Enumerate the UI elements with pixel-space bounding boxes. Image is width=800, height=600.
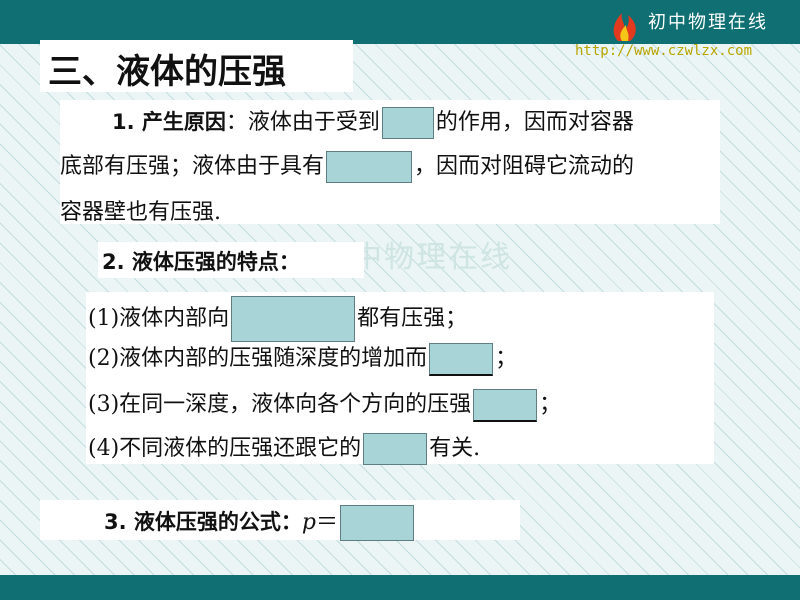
point1-box: 1. 产生原因：液体由于受到 的作用，因而对容器 底部有压强；液体由于具有 ，因而对… — [60, 100, 720, 225]
answer-blank-gravity[interactable] — [381, 107, 434, 139]
point3-line: 3. 液体压强的公式：p＝ — [104, 504, 416, 541]
formula-equals: ＝ — [316, 510, 339, 535]
flame-logo-icon — [613, 13, 636, 41]
point2-item4: (4)不同液体的压强还跟它的 有关. — [88, 430, 480, 465]
point2-item3: (3)在同一深度，液体向各个方向的压强； — [88, 386, 561, 422]
point3-label: 3. 液体压强的公式： — [104, 510, 302, 534]
answer-blank-formula[interactable] — [340, 505, 415, 541]
answer-blank-directions[interactable] — [231, 296, 356, 342]
answer-blank-fluidity[interactable] — [326, 151, 413, 183]
point1-label: 1. 产生原因 — [112, 110, 226, 134]
brand-name: 初中物理在线 — [648, 12, 768, 33]
point1-line3: 容器壁也有压强. — [60, 200, 221, 225]
point2-box: (1)液体内部向 都有压强； (2)液体内部的压强随深度的增加而； (3)在同一深… — [86, 292, 714, 465]
formula-variable: p — [301, 510, 316, 535]
point1-line1: 1. 产生原因：液体由于受到 的作用，因而对容器 — [112, 104, 634, 139]
bottom-banner — [0, 575, 800, 600]
answer-blank-increase[interactable] — [429, 342, 494, 376]
point2-label: 2. 液体压强的特点： — [102, 250, 300, 274]
brand-url: http://www.czwlzx.com — [575, 43, 753, 59]
point2-item1: (1)液体内部向 都有压强； — [88, 296, 467, 342]
answer-blank-density[interactable] — [363, 433, 428, 465]
answer-blank-equal[interactable] — [473, 388, 538, 422]
point2-item2: (2)液体内部的压强随深度的增加而； — [88, 340, 517, 376]
section-title: 三、液体的压强 — [48, 52, 286, 92]
point3-box: 3. 液体压强的公式：p＝ — [40, 500, 520, 541]
point1-line2: 底部有压强；液体由于具有 ，因而对阻碍它流动的 — [60, 148, 634, 183]
point2-heading-box: 2. 液体压强的特点： — [98, 242, 364, 278]
section-title-box: 三、液体的压强 — [40, 40, 353, 92]
